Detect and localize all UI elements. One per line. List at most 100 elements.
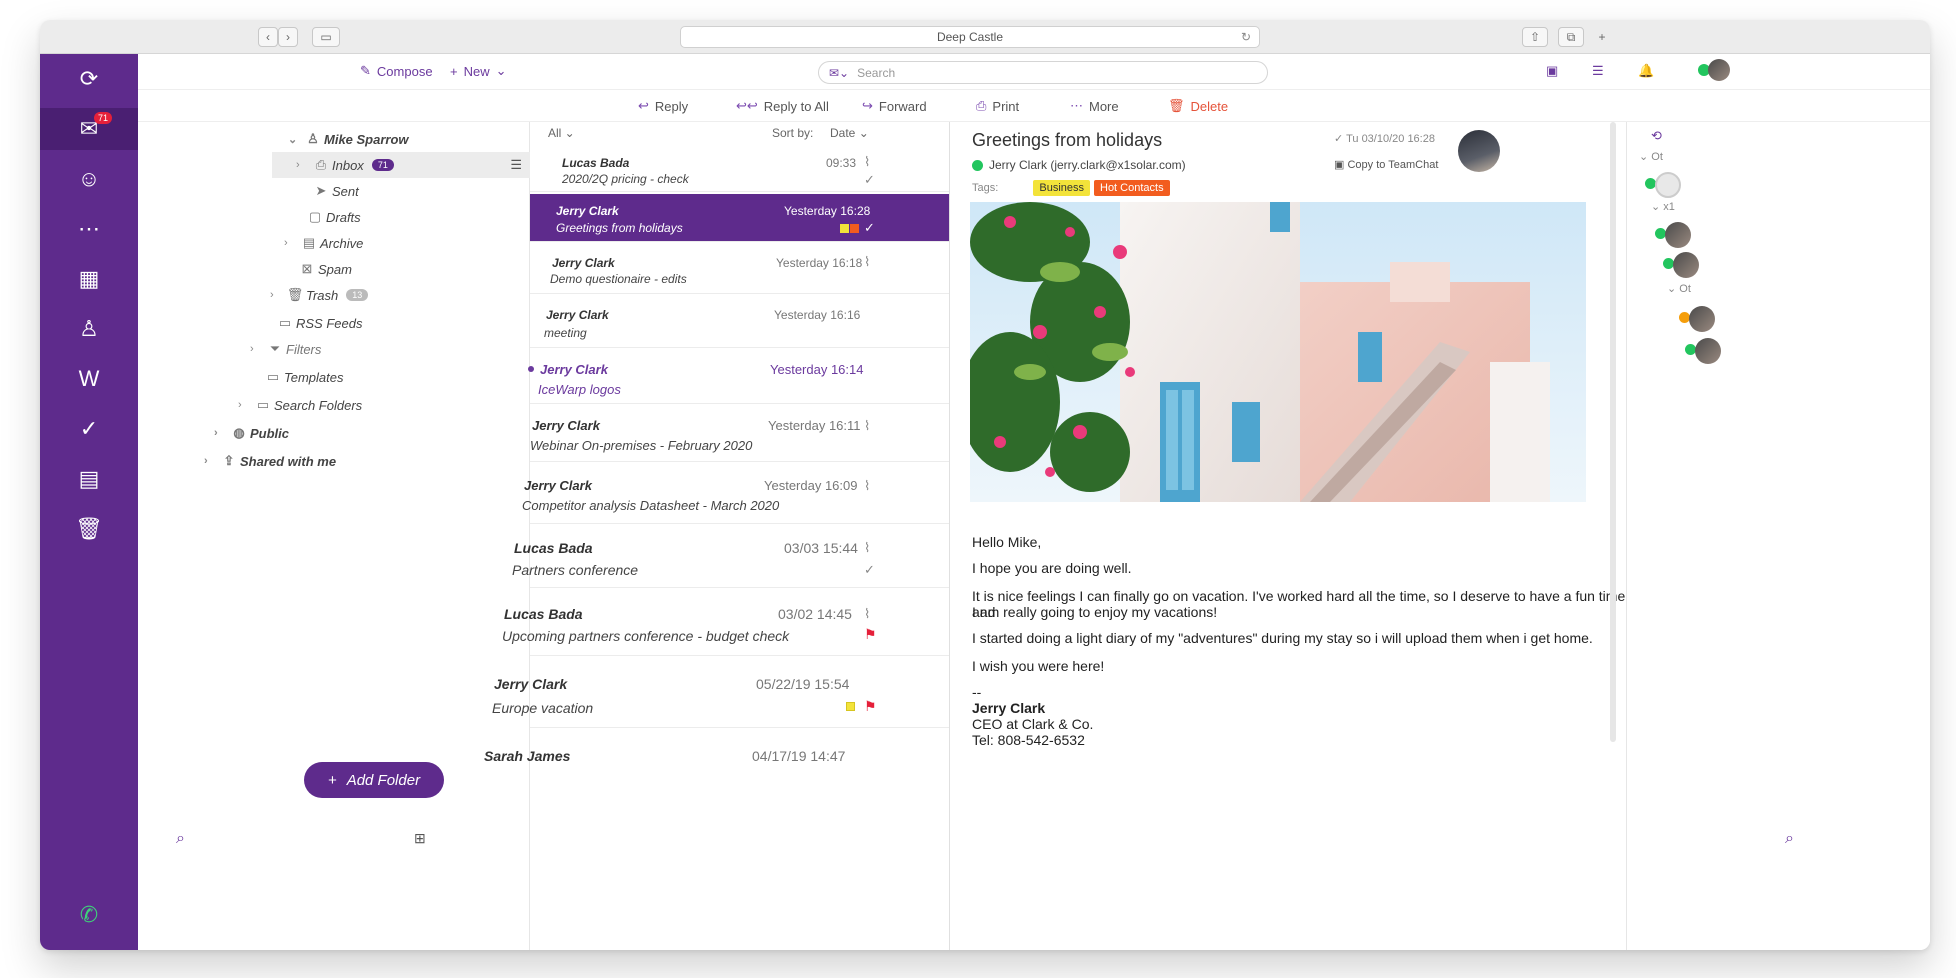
address-bar[interactable]: Deep Castle ↻ xyxy=(680,26,1260,48)
contact-avatar[interactable] xyxy=(1673,252,1699,278)
list-item[interactable]: Lucas Bada 09:33 2020/2Q pricing - check… xyxy=(530,146,949,192)
rss-label: RSS Feeds xyxy=(296,315,363,331)
body-paragraph-3: I started doing a light diary of my "adv… xyxy=(972,630,1593,646)
list-item-unread[interactable]: Jerry Clark Yesterday 16:14 IceWarp logo… xyxy=(528,350,949,404)
new-tab-icon[interactable]: + xyxy=(1592,27,1612,47)
folder-inbox[interactable]: › ⎙ Inbox 71 ☰ xyxy=(272,152,530,178)
list-item[interactable]: Jerry Clark 05/22/19 15:54 Europe vacati… xyxy=(492,658,949,728)
message-time: Yesterday 16:14 xyxy=(770,362,864,377)
check-icon: ✓ xyxy=(864,562,875,577)
reply-button[interactable]: ↩ Reply xyxy=(638,98,688,114)
forward-nav-icon[interactable]: › xyxy=(278,27,298,47)
filters-label: Filters xyxy=(286,341,322,357)
forward-button[interactable]: ↪ Forward xyxy=(862,98,927,114)
panel-toggle-icon[interactable]: ▣ xyxy=(1546,63,1558,79)
back-icon[interactable]: ‹ xyxy=(258,27,278,47)
folder-search[interactable]: › ▭ Search Folders xyxy=(238,392,362,418)
archive-label: Archive xyxy=(320,235,364,251)
contact-avatar[interactable] xyxy=(1665,222,1691,248)
message-time: 03/02 14:45 xyxy=(778,606,852,622)
user-avatar[interactable] xyxy=(1708,59,1730,81)
mail-scope-icon[interactable]: ✉⌄ xyxy=(829,66,849,80)
mail-icon[interactable]: ✉ 71 xyxy=(40,108,138,150)
compose-button[interactable]: ✎ Compose xyxy=(360,63,433,79)
filter-dropdown[interactable]: All ⌄ xyxy=(548,126,575,140)
copy-to-teamchat-button[interactable]: ▣ Copy to TeamChat xyxy=(1334,158,1438,171)
sync-icon[interactable]: ⟳ xyxy=(40,58,138,100)
list-item[interactable]: Jerry Clark Yesterday 16:11 Webinar On-p… xyxy=(530,406,949,462)
main-toolbar: ✎ Compose + New ⌄ ✉⌄ Search ▣ ☰ 🔔 xyxy=(138,54,1930,90)
phone-icon[interactable]: ✆ xyxy=(40,894,138,936)
folder-rss[interactable]: ▭ RSS Feeds xyxy=(274,310,363,336)
tag-hot-contacts[interactable]: Hot Contacts xyxy=(1094,180,1170,196)
contact-group-1[interactable]: ⌄ Ot xyxy=(1639,150,1663,163)
documents-icon[interactable]: W xyxy=(40,358,138,400)
tree-view-icon[interactable]: ⊞ xyxy=(414,830,426,847)
folder-filters[interactable]: › ⏷ Filters xyxy=(250,336,321,362)
contacts-icon[interactable]: ☺ xyxy=(40,158,138,200)
contact-group-3[interactable]: ⌄ Ot xyxy=(1667,282,1691,295)
list-item[interactable]: Lucas Bada 03/03 15:44 Partners conferen… xyxy=(512,526,949,588)
notes-icon[interactable]: ▤ xyxy=(40,458,138,500)
contact-avatar[interactable] xyxy=(1689,306,1715,332)
folder-public[interactable]: › ◍ Public xyxy=(214,420,289,446)
desktop-stage: ‹ › ▭ Deep Castle ↻ ⇧ ⧉ + ⟳ ✉ 71 ☺ ⋯ ▦ ♙ … xyxy=(0,0,1956,978)
trash-rail-icon[interactable]: 🗑 xyxy=(40,508,138,550)
spam-label: Spam xyxy=(318,261,352,277)
tabs-icon[interactable]: ⧉ xyxy=(1558,27,1584,47)
list-item[interactable]: Jerry Clark Yesterday 16:18 Demo questio… xyxy=(530,244,949,294)
sort-dropdown[interactable]: Date ⌄ xyxy=(830,126,869,140)
contact-group-2[interactable]: ⌄ x1 xyxy=(1651,200,1675,213)
list-item[interactable]: Sarah James 04/17/19 14:47 xyxy=(484,730,949,800)
account-icon: ♙ xyxy=(307,131,319,146)
attachment-icon: ⌇ xyxy=(864,540,871,555)
reload-icon[interactable]: ↻ xyxy=(1241,30,1251,44)
search-icon[interactable]: ⌕ xyxy=(176,830,185,848)
tags-row: Tags: Business Hot Contacts xyxy=(972,180,1174,196)
new-button[interactable]: + New ⌄ xyxy=(450,63,507,79)
shared-icon: ⇪ xyxy=(223,453,235,468)
more-button[interactable]: ⋯ More xyxy=(1070,98,1119,114)
tasks-icon[interactable]: ✓ xyxy=(40,408,138,450)
contact-search-icon[interactable]: ⌕ xyxy=(1785,830,1794,848)
signature-title: CEO at Clark & Co. xyxy=(972,716,1094,732)
menu-icon[interactable]: ☰ xyxy=(510,157,522,173)
folder-drafts[interactable]: ▢ Drafts xyxy=(304,204,361,230)
filter-list-icon[interactable]: ☰ xyxy=(1592,63,1604,79)
folder-spam[interactable]: ⊠ Spam xyxy=(296,256,352,282)
sender-line[interactable]: Jerry Clark (jerry.clark@x1solar.com) xyxy=(972,158,1186,172)
message-from: Lucas Bada xyxy=(504,606,583,622)
message-actions: ↩ Reply ↩↩ Reply to All ↪ Forward ⎙ Print ⋯ M… xyxy=(138,90,1930,122)
print-button[interactable]: ⎙ Print xyxy=(976,98,1019,114)
people-icon[interactable]: ♙ xyxy=(40,308,138,350)
public-label: Public xyxy=(250,425,290,441)
folder-templates[interactable]: ▭ Templates xyxy=(262,364,344,390)
reply-all-button[interactable]: ↩↩ Reply to All xyxy=(736,98,829,114)
flag-icon[interactable]: ⚑ xyxy=(864,626,877,643)
share-icon[interactable]: ⇧ xyxy=(1522,27,1548,47)
folder-shared[interactable]: › ⇪ Shared with me xyxy=(204,448,336,474)
list-item[interactable]: Jerry Clark Yesterday 16:16 meeting xyxy=(530,296,949,348)
contact-avatar[interactable] xyxy=(1695,338,1721,364)
bell-icon[interactable]: 🔔 xyxy=(1638,63,1654,79)
tags-label: Tags: xyxy=(972,182,999,194)
body-paragraph-2b: I am really going to enjoy my vacations! xyxy=(972,604,1218,620)
folder-archive[interactable]: › ▤ Archive xyxy=(284,230,363,256)
folder-trash[interactable]: › 🗑 Trash 13 xyxy=(270,282,369,308)
list-item-selected[interactable]: Jerry Clark Yesterday 16:28 Greetings fr… xyxy=(530,194,949,242)
list-item[interactable]: Jerry Clark Yesterday 16:09 Competitor a… xyxy=(522,464,949,524)
list-item[interactable]: Lucas Bada 03/02 14:45 Upcoming partners… xyxy=(502,590,949,656)
tag-business[interactable]: Business xyxy=(1033,180,1090,196)
contact-avatar[interactable] xyxy=(1655,172,1681,198)
reader-scrollbar[interactable] xyxy=(1610,122,1616,742)
chat-icon[interactable]: ⋯ xyxy=(40,208,138,250)
calendar-icon[interactable]: ▦ xyxy=(40,258,138,300)
delete-button[interactable]: 🗑 Delete xyxy=(1168,98,1228,114)
history-icon[interactable]: ⟲ xyxy=(1651,128,1662,144)
account-row[interactable]: ⌄ ♙ Mike Sparrow xyxy=(288,126,409,152)
flag-icon[interactable]: ⚑ xyxy=(864,698,877,715)
search-input[interactable]: ✉⌄ Search xyxy=(818,61,1268,84)
folder-sent[interactable]: ➤ Sent xyxy=(310,178,359,204)
add-folder-button[interactable]: + Add Folder xyxy=(304,762,444,798)
sidebar-toggle-icon[interactable]: ▭ xyxy=(312,27,340,47)
